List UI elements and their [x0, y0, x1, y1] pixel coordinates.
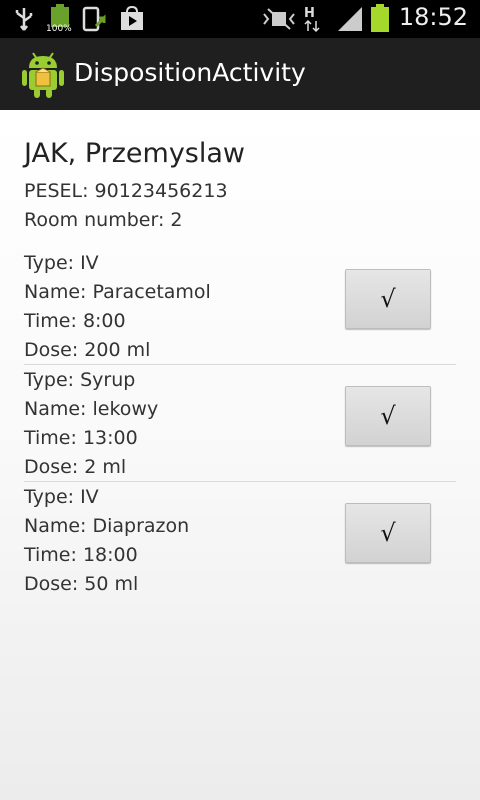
patient-room: Room number: 2 — [24, 209, 183, 231]
battery-icon — [371, 4, 389, 32]
medication-dose: Dose: 50 ml — [24, 573, 139, 595]
medication-item: Type: IV Name: Diaprazon Time: 18:00 Dos… — [24, 486, 456, 602]
divider — [24, 481, 456, 482]
medication-time: Time: 18:00 — [24, 544, 138, 566]
medication-time: Time: 8:00 — [24, 310, 126, 332]
signal-strength-icon — [338, 7, 362, 31]
phone-upload-icon — [82, 6, 106, 32]
divider — [24, 364, 456, 365]
medication-type: Type: IV — [24, 252, 99, 274]
android-app-icon[interactable] — [22, 50, 64, 100]
usb-icon — [15, 8, 33, 31]
medication-name: Name: lekowy — [24, 398, 159, 420]
medication-dose: Dose: 2 ml — [24, 456, 127, 478]
mobile-data-label: H — [304, 6, 315, 21]
patient-name: JAK, Przemyslaw — [24, 138, 245, 169]
medication-item: Type: IV Name: Paracetamol Time: 8:00 Do… — [24, 252, 456, 368]
confirm-medication-button[interactable]: √ — [345, 269, 431, 329]
mobile-data-h-icon: H — [304, 6, 320, 33]
battery-percent-label: 100% — [46, 24, 72, 34]
status-time: 18:52 — [398, 3, 468, 31]
medication-name: Name: Paracetamol — [24, 281, 211, 303]
disposition-content: JAK, Przemyslaw PESEL: 90123456213 Room … — [0, 110, 480, 800]
medication-name: Name: Diaprazon — [24, 515, 190, 537]
confirm-medication-button[interactable]: √ — [345, 386, 431, 446]
action-bar: DispositionActivity — [0, 38, 480, 110]
medication-time: Time: 13:00 — [24, 427, 138, 449]
vibrate-icon — [263, 8, 295, 30]
medication-type: Type: Syrup — [24, 369, 136, 391]
medication-dose: Dose: 200 ml — [24, 339, 151, 361]
medication-item: Type: Syrup Name: lekowy Time: 13:00 Dos… — [24, 369, 456, 485]
confirm-medication-button[interactable]: √ — [345, 503, 431, 563]
medication-type: Type: IV — [24, 486, 99, 508]
patient-pesel: PESEL: 90123456213 — [24, 180, 228, 202]
status-bar: 100% H 18:52 — [0, 0, 480, 38]
play-store-icon — [121, 6, 143, 30]
action-bar-title: DispositionActivity — [74, 58, 306, 87]
